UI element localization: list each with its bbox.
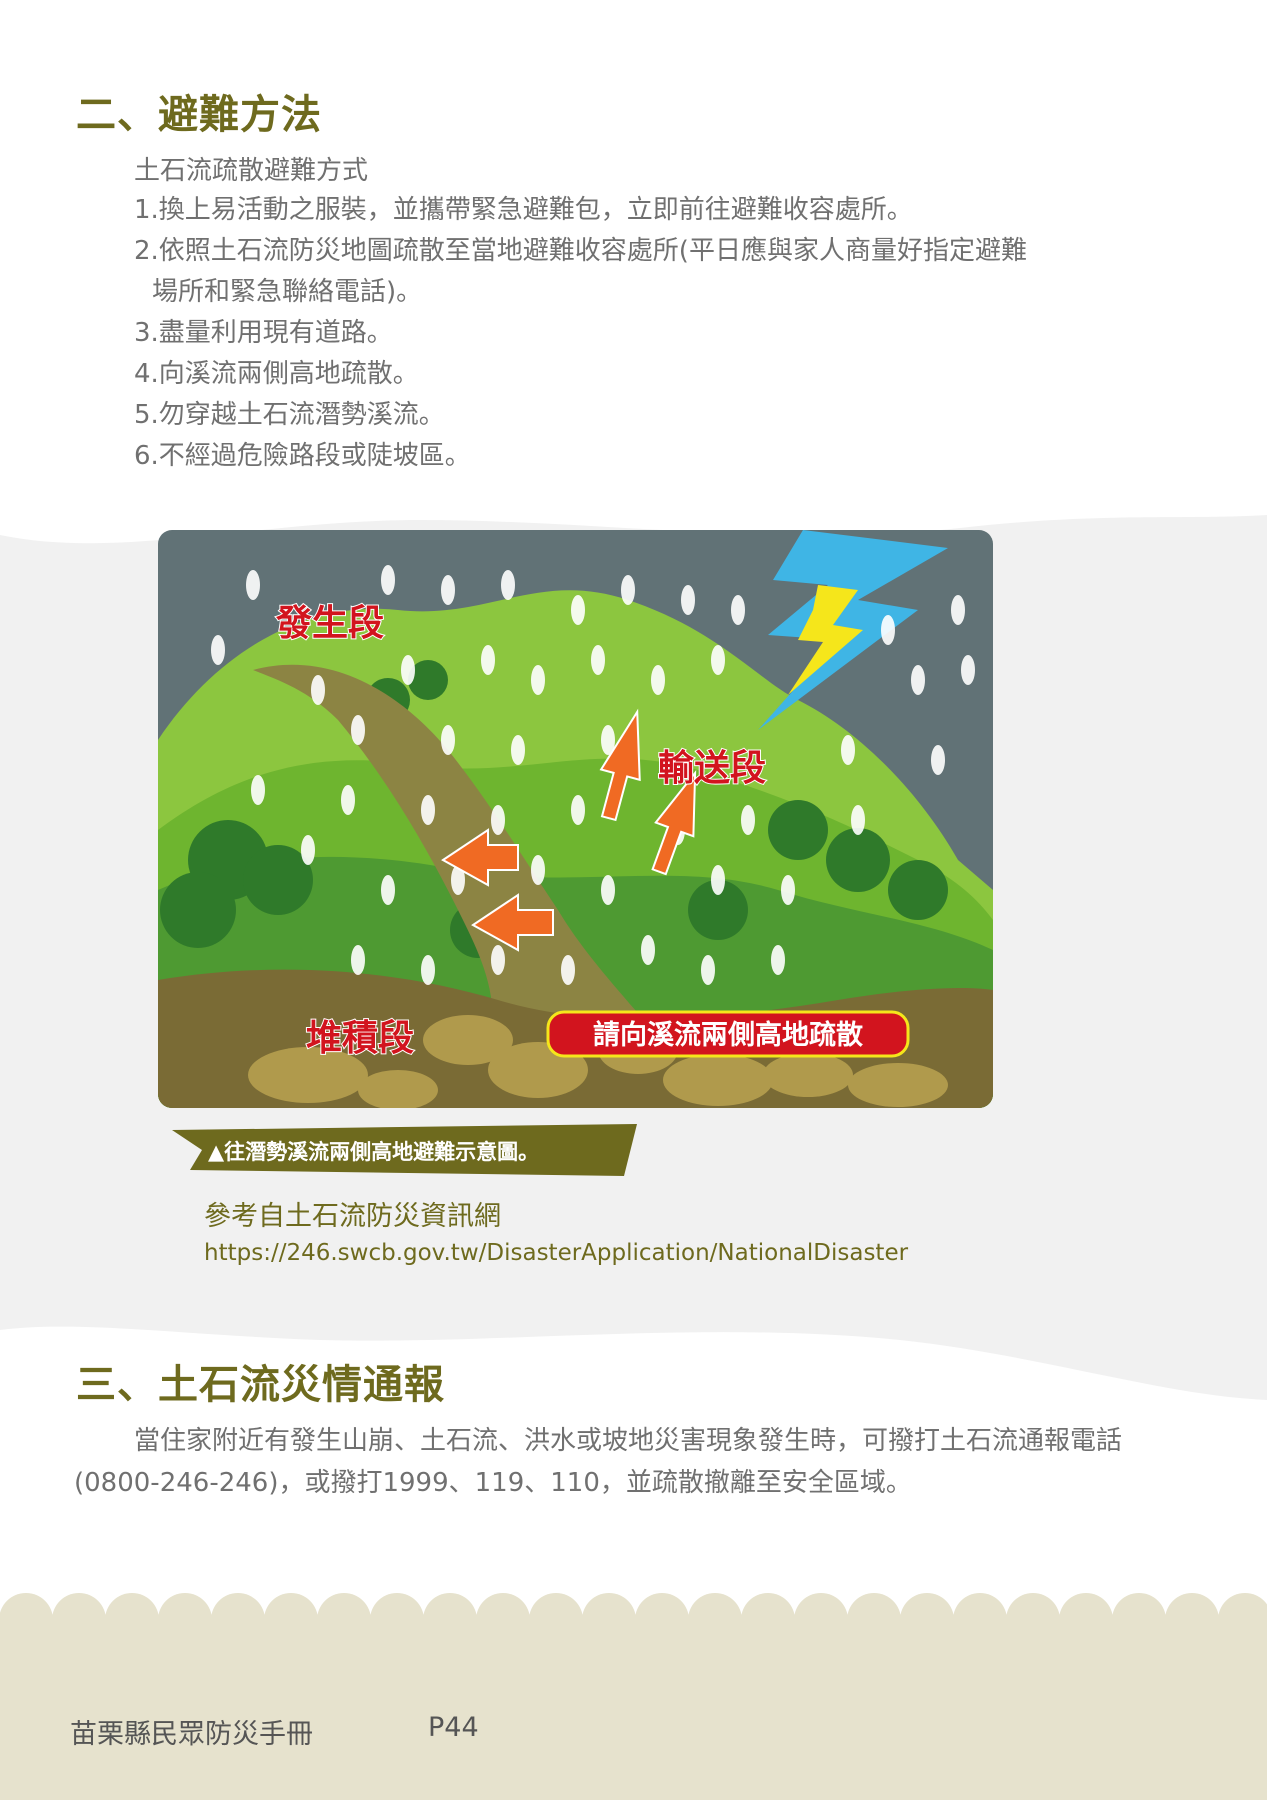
step-item: 6.不經過危險路段或陡坡區。 — [134, 441, 471, 471]
footer-scalloped-band — [0, 1593, 1267, 1800]
footer-handbook-title: 苗栗縣民眾防災手冊 — [70, 1719, 313, 1750]
report-paragraph: 當住家附近有發生山崩、土石流、洪水或坡地災害現象發生時，可撥打土石流通報電話(0… — [74, 1426, 1123, 1498]
step-item: 3.盡量利用現有道路。 — [134, 318, 393, 348]
reference-title: 參考自土石流防災資訊網 — [204, 1201, 501, 1232]
label-deposit: 堆積段 — [306, 1018, 414, 1059]
debris-flow-evacuation-illustration: 發生段 輸送段 堆積段 請向溪流兩側高地疏散 — [158, 530, 993, 1108]
step-item: 1.換上易活動之服裝，並攜帶緊急避難包，立即前往避難收容處所。 — [134, 195, 913, 225]
footer-page-number: P44 — [428, 1712, 479, 1743]
step-item: 4.向溪流兩側高地疏散。 — [134, 359, 419, 389]
step-continuation: 場所和緊急聯絡電話)。 — [152, 277, 423, 307]
evacuation-steps-list: 1.換上易活動之服裝，並攜帶緊急避難包，立即前往避難收容處所。 2.依照土石流防… — [134, 190, 1194, 477]
label-origin: 發生段 — [275, 603, 384, 644]
step-item: 5.勿穿越土石流潛勢溪流。 — [134, 400, 445, 430]
section-heading-evacuation: 二、避難方法 — [76, 92, 322, 138]
step-item: 2.依照土石流防災地圖疏散至當地避難收容處所(平日應與家人商量好指定避難 — [134, 236, 1027, 266]
label-transport: 輸送段 — [658, 748, 766, 789]
figure-caption: ▲往潛勢溪流兩側高地避難示意圖。 — [208, 1140, 540, 1164]
label-advice: 請向溪流兩側高地疏散 — [593, 1019, 863, 1051]
step-item-continued: 場所和緊急聯絡電話)。 — [134, 272, 1194, 313]
reference-url-link[interactable]: https://246.swcb.gov.tw/DisasterApplicat… — [204, 1240, 908, 1266]
evacuation-subtitle: 土石流疏散避難方式 — [134, 156, 369, 186]
section-heading-report: 三、土石流災情通報 — [76, 1362, 445, 1408]
